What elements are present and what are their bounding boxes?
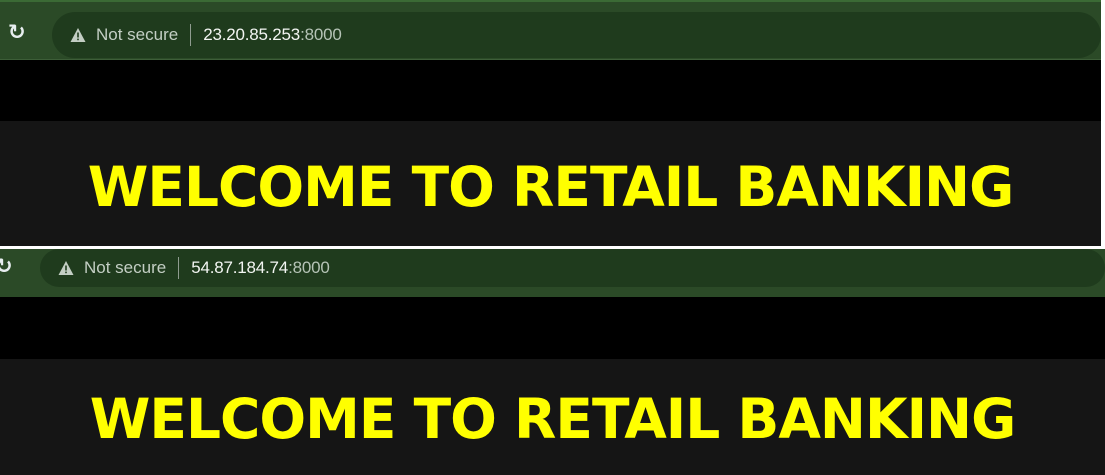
browser-toolbar: ↻ Not secure 54.87.184.74:8000 [0,249,1105,298]
page-content: WELCOME TO RETAIL BANKING [0,121,1101,246]
page-header-band [0,297,1105,359]
browser-toolbar: ↻ Not secure 23.20.85.253:8000 [0,0,1101,60]
url-port: :8000 [300,25,342,44]
url-text[interactable]: 54.87.184.74:8000 [191,258,330,278]
warning-triangle-icon[interactable] [70,27,86,43]
page-header-band [0,60,1101,121]
url-text[interactable]: 23.20.85.253:8000 [203,25,342,45]
browser-window-1: ↻ Not secure 23.20.85.253:8000 WELCOME T… [0,0,1101,246]
warning-triangle-icon[interactable] [58,260,74,276]
reload-icon[interactable]: ↻ [0,256,13,277]
url-host: 54.87.184.74 [191,258,289,277]
address-divider [178,257,180,279]
address-divider [190,24,192,46]
address-bar[interactable]: Not secure 23.20.85.253:8000 [52,12,1101,58]
url-host: 23.20.85.253 [203,25,301,44]
page-heading: WELCOME TO RETAIL BANKING [89,387,1016,451]
security-status-label[interactable]: Not secure [84,258,166,278]
address-bar[interactable]: Not secure 54.87.184.74:8000 [40,249,1105,287]
page-content: WELCOME TO RETAIL BANKING [0,359,1105,475]
security-status-label[interactable]: Not secure [96,25,178,45]
page-heading: WELCOME TO RETAIL BANKING [87,154,1014,219]
url-port: :8000 [288,258,330,277]
reload-icon[interactable]: ↻ [8,22,26,43]
browser-window-2: ↻ Not secure 54.87.184.74:8000 WELCOME T… [0,249,1105,475]
